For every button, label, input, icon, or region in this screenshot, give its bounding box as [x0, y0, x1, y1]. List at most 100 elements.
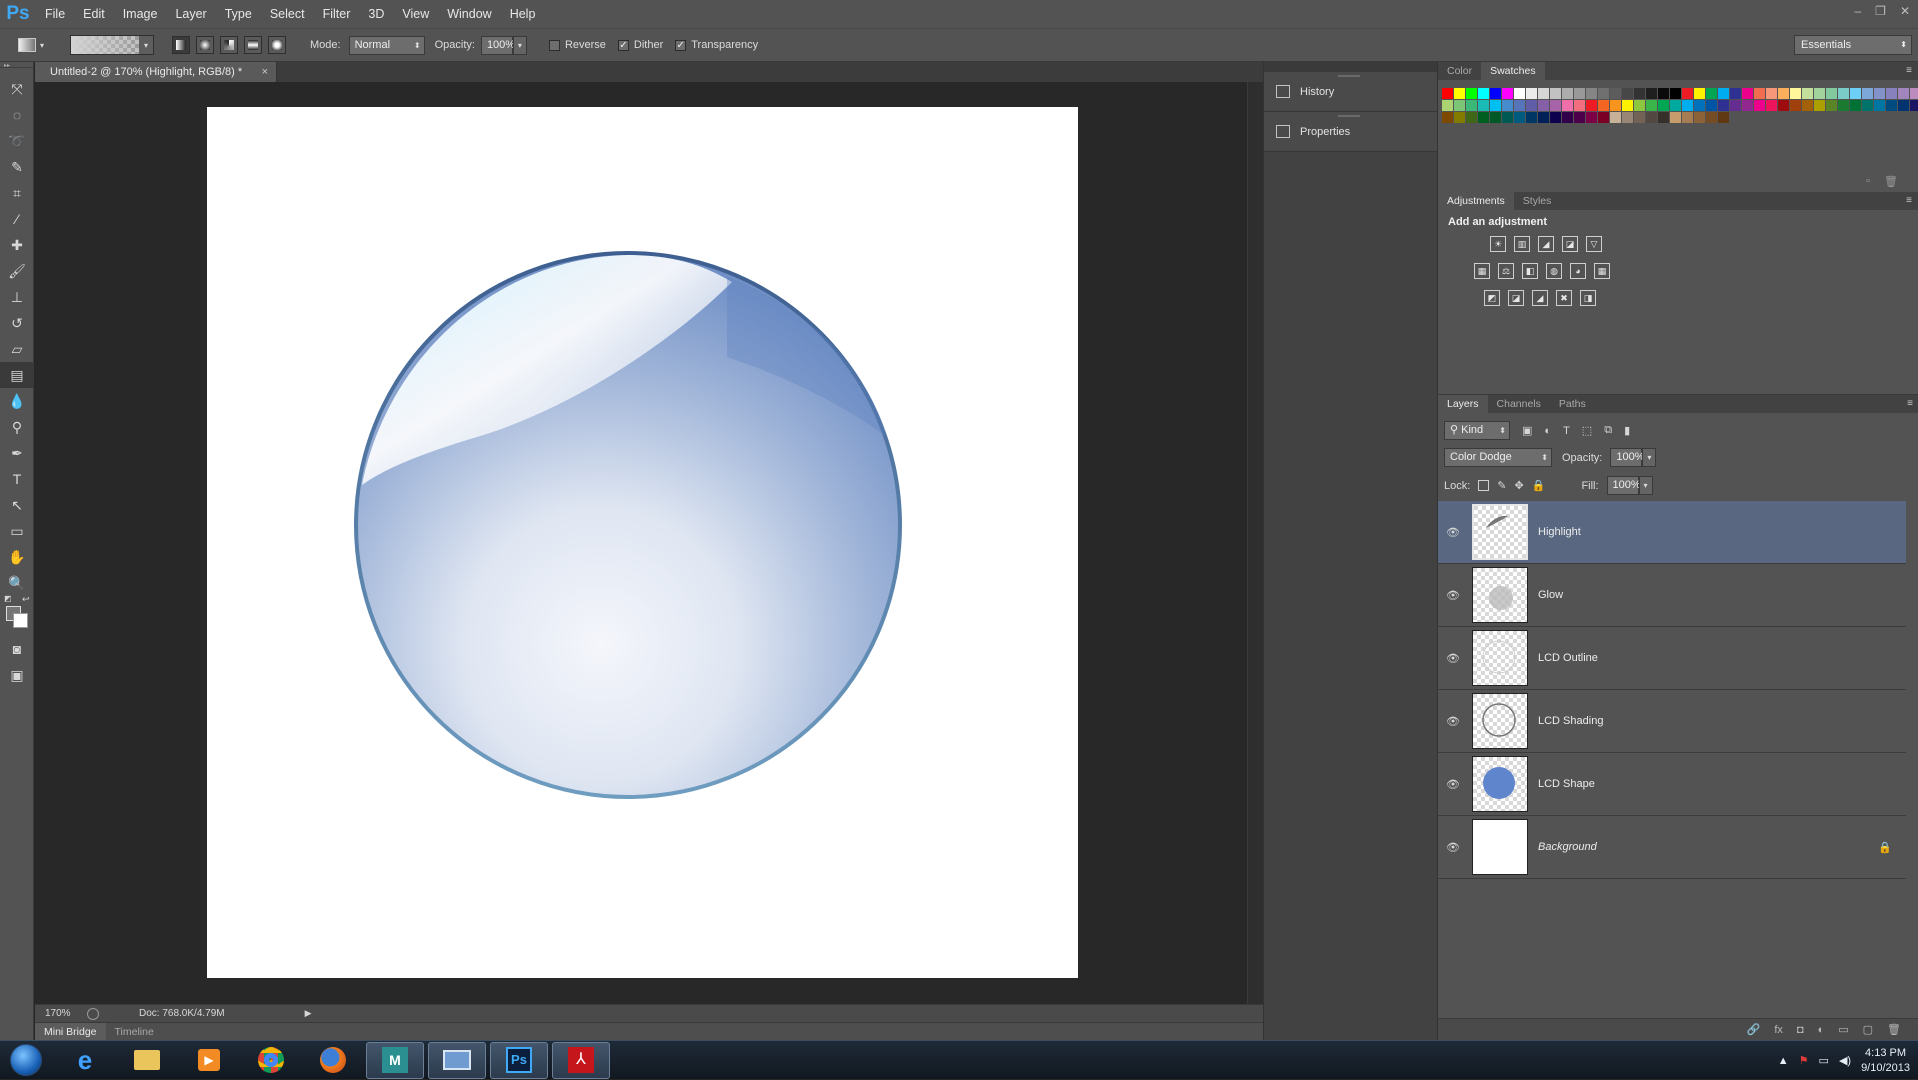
zoom-level[interactable]: 170% — [35, 1008, 87, 1019]
color-swatch[interactable] — [1622, 100, 1633, 111]
volume-icon[interactable]: ◀) — [1839, 1054, 1851, 1067]
color-swatch[interactable] — [1706, 88, 1717, 99]
color-swatch[interactable] — [1766, 100, 1777, 111]
color-swatch[interactable] — [1802, 88, 1813, 99]
tab-styles[interactable]: Styles — [1514, 192, 1561, 210]
menu-view[interactable]: View — [393, 0, 438, 28]
color-swatch[interactable] — [1466, 100, 1477, 111]
color-swatch[interactable] — [1490, 88, 1501, 99]
color-swatch[interactable] — [1874, 88, 1885, 99]
color-swatch[interactable] — [1574, 88, 1585, 99]
move-tool-icon[interactable]: ⤧ — [0, 76, 34, 102]
color-swatch[interactable] — [1466, 112, 1477, 123]
color-swatch[interactable] — [1622, 112, 1633, 123]
color-swatch[interactable] — [1874, 100, 1885, 111]
color-swatch[interactable] — [1442, 100, 1453, 111]
color-swatch[interactable] — [1646, 100, 1657, 111]
clock[interactable]: 4:13 PM 9/10/2013 — [1861, 1046, 1910, 1076]
color-swatch[interactable] — [1886, 100, 1897, 111]
color-swatch[interactable] — [1610, 112, 1621, 123]
show-hidden-icons-icon[interactable]: ▲ — [1778, 1055, 1789, 1067]
taskbar-maya[interactable]: M — [366, 1041, 424, 1079]
add-mask-icon[interactable]: ◘ — [1797, 1024, 1804, 1036]
taskbar-internet-explorer[interactable]: e — [56, 1042, 114, 1079]
color-swatch[interactable] — [1478, 88, 1489, 99]
brightness-contrast-icon[interactable]: ☀ — [1490, 236, 1506, 252]
layer-row[interactable]: 👁 Highlight — [1438, 501, 1906, 564]
color-swatch[interactable] — [1694, 88, 1705, 99]
tool-preset-picker[interactable]: ▾ — [18, 33, 56, 57]
color-swatch[interactable] — [1682, 100, 1693, 111]
menu-help[interactable]: Help — [501, 0, 545, 28]
levels-icon[interactable]: ▥ — [1514, 236, 1530, 252]
action-center-flag-icon[interactable]: ⚑ — [1799, 1054, 1809, 1067]
tab-color[interactable]: Color — [1438, 62, 1481, 80]
color-swatch[interactable] — [1490, 112, 1501, 123]
restore-button[interactable]: ❐ — [1875, 4, 1886, 18]
eyedropper-tool-icon[interactable]: ⁄ — [0, 206, 34, 232]
menu-layer[interactable]: Layer — [166, 0, 215, 28]
reverse-checkbox-box[interactable] — [548, 39, 560, 51]
reflected-gradient-button[interactable] — [244, 36, 262, 54]
history-brush-tool-icon[interactable]: ↺ — [0, 310, 34, 336]
panel-menu-icon[interactable]: ≡ — [1906, 192, 1912, 210]
document-tab[interactable]: Untitled-2 @ 170% (Highlight, RGB/8) * × — [35, 62, 277, 82]
color-swatch[interactable] — [1634, 112, 1645, 123]
layer-opacity-input[interactable]: 100% — [1610, 448, 1645, 467]
color-swatch[interactable] — [1514, 88, 1525, 99]
color-swatch[interactable] — [1466, 88, 1477, 99]
panel-menu-icon[interactable]: ≡ — [1906, 62, 1912, 80]
threshold-icon[interactable]: ◢ — [1532, 290, 1548, 306]
color-swatch[interactable] — [1562, 88, 1573, 99]
color-balance-icon[interactable]: ⚖ — [1498, 263, 1514, 279]
color-swatch[interactable] — [1574, 100, 1585, 111]
color-swatch[interactable] — [1454, 112, 1465, 123]
color-swatch[interactable] — [1562, 112, 1573, 123]
dither-checkbox-box[interactable]: ✓ — [617, 39, 629, 51]
color-swatch[interactable] — [1526, 112, 1537, 123]
link-layers-icon[interactable]: 🔗 — [1747, 1023, 1761, 1036]
eye-icon[interactable]: 👁 — [1438, 652, 1468, 665]
color-swatch[interactable] — [1550, 88, 1561, 99]
black-white-icon[interactable]: ◧ — [1522, 263, 1538, 279]
color-swatch[interactable] — [1718, 100, 1729, 111]
color-swatch[interactable] — [1478, 112, 1489, 123]
color-swatch[interactable] — [1682, 88, 1693, 99]
clone-stamp-tool-icon[interactable]: ⊥ — [0, 284, 34, 310]
default-colors-icon[interactable]: ◩ — [4, 594, 12, 603]
layer-row[interactable]: 👁 LCD Shading — [1438, 690, 1906, 753]
color-swatch[interactable] — [1862, 100, 1873, 111]
eraser-tool-icon[interactable]: ▱ — [0, 336, 34, 362]
vertical-scrollbar[interactable] — [1247, 82, 1263, 1004]
menu-image[interactable]: Image — [114, 0, 167, 28]
opacity-input[interactable]: 100% — [480, 35, 515, 55]
color-swatch[interactable] — [1574, 112, 1585, 123]
layer-row[interactable]: 👁 LCD Shape — [1438, 753, 1906, 816]
eye-icon[interactable]: 👁 — [1438, 526, 1468, 539]
color-swatch[interactable] — [1598, 100, 1609, 111]
color-swatch[interactable] — [1730, 100, 1741, 111]
menu-window[interactable]: Window — [438, 0, 500, 28]
quick-mask-icon[interactable]: ◙ — [0, 636, 34, 662]
color-swatch[interactable] — [1838, 88, 1849, 99]
taskbar-remote-desktop[interactable] — [428, 1041, 486, 1079]
color-swatch[interactable] — [1598, 88, 1609, 99]
color-swatch[interactable] — [1778, 88, 1789, 99]
pen-tool-icon[interactable]: ✒ — [0, 440, 34, 466]
color-swatch[interactable] — [1814, 100, 1825, 111]
color-swatch[interactable] — [1646, 88, 1657, 99]
color-swatch[interactable] — [1706, 112, 1717, 123]
color-swatch[interactable] — [1490, 100, 1501, 111]
tab-adjustments[interactable]: Adjustments — [1438, 192, 1514, 210]
new-swatch-icon[interactable]: ▫ — [1866, 175, 1870, 188]
eye-icon[interactable]: 👁 — [1438, 778, 1468, 791]
color-swatch[interactable] — [1658, 112, 1669, 123]
taskbar-acrobat[interactable]: ⅄ — [552, 1041, 610, 1079]
lock-transparent-icon[interactable] — [1478, 480, 1490, 491]
color-swatch[interactable] — [1862, 88, 1873, 99]
brush-tool-icon[interactable]: 🖌 — [0, 258, 34, 284]
taskbar-firefox[interactable] — [304, 1042, 362, 1079]
dodge-tool-icon[interactable]: ⚲ — [0, 414, 34, 440]
color-swatch[interactable] — [1682, 112, 1693, 123]
background-color[interactable] — [13, 613, 28, 628]
